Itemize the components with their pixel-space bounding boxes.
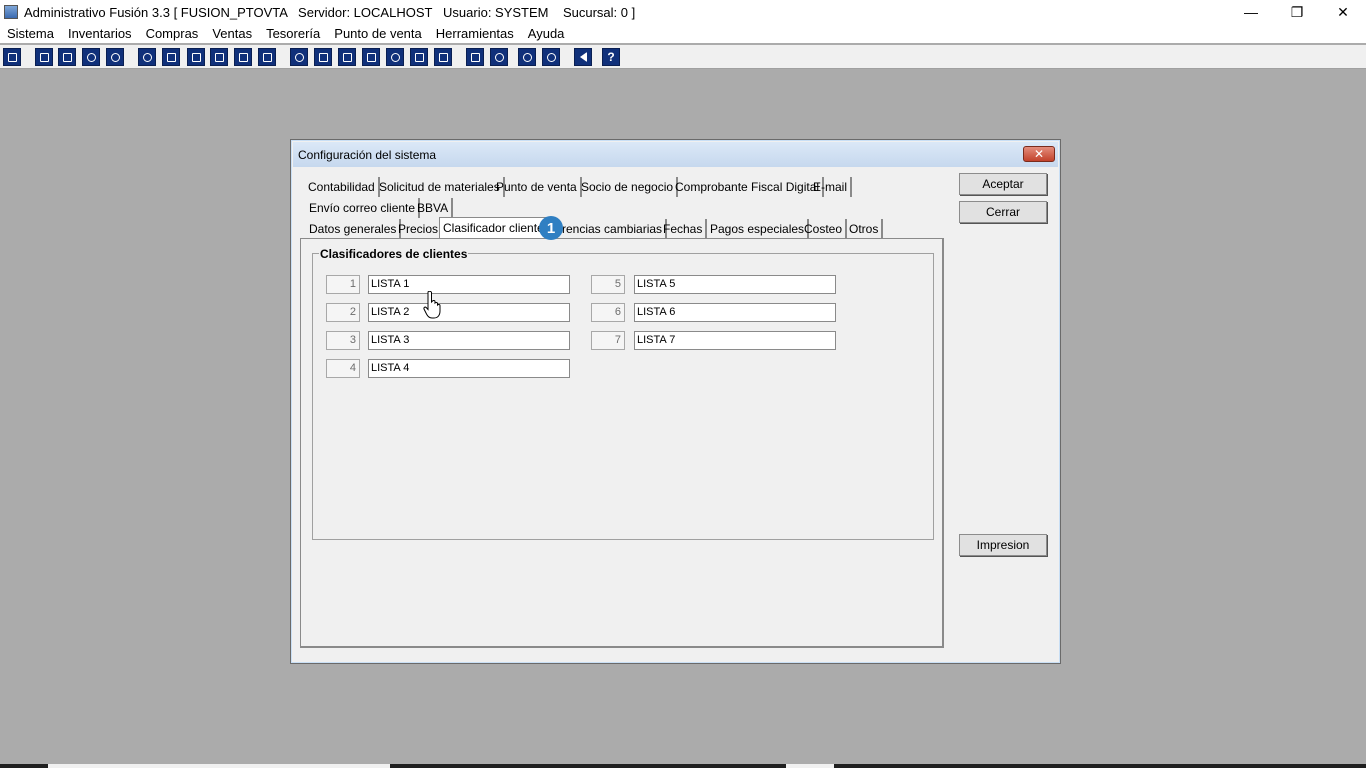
- classifiers-group: Clasificadores de clientes 1 LISTA 1 2 L…: [312, 247, 934, 540]
- menu-bar: Sistema Inventarios Compras Ventas Tesor…: [0, 24, 1366, 43]
- app-icon: [4, 5, 18, 19]
- menu-ventas[interactable]: Ventas: [205, 26, 259, 41]
- strip-segment: [834, 764, 1366, 768]
- print-icon[interactable]: [187, 48, 205, 66]
- tab-panel-clasificador: Clasificadores de clientes 1 LISTA 1 2 L…: [300, 238, 944, 648]
- group-title: Clasificadores de clientes: [319, 247, 469, 261]
- accept-button[interactable]: Aceptar: [959, 173, 1047, 195]
- tab-precios[interactable]: Precios: [395, 219, 444, 239]
- clipboard-icon[interactable]: [58, 48, 76, 66]
- classifier-number: 2: [326, 303, 360, 322]
- dollar-icon[interactable]: [386, 48, 404, 66]
- copy-icon[interactable]: [35, 48, 53, 66]
- dialog-titlebar: Configuración del sistema ✕: [293, 142, 1058, 167]
- classifier-field-2[interactable]: LISTA 2: [368, 303, 570, 322]
- menu-ayuda[interactable]: Ayuda: [521, 26, 572, 41]
- menu-punto-de-venta[interactable]: Punto de venta: [327, 26, 428, 41]
- document-icon[interactable]: [234, 48, 252, 66]
- classifier-number: 6: [591, 303, 625, 322]
- refresh-icon[interactable]: [518, 48, 536, 66]
- menu-herramientas[interactable]: Herramientas: [429, 26, 521, 41]
- minimize-button[interactable]: —: [1228, 0, 1274, 24]
- tab-costeo[interactable]: Costeo: [801, 219, 848, 239]
- home-icon[interactable]: [466, 48, 484, 66]
- classifier-number: 7: [591, 331, 625, 350]
- table-icon[interactable]: [434, 48, 452, 66]
- tab-clasificador-cliente[interactable]: Clasificador cliente: [439, 217, 548, 238]
- tab-datos-generales[interactable]: Datos generales: [306, 219, 402, 239]
- classifier-field-1[interactable]: LISTA 1: [368, 275, 570, 294]
- menu-inventarios[interactable]: Inventarios: [61, 26, 139, 41]
- toolbar: ?: [0, 45, 1366, 69]
- classifier-number: 3: [326, 331, 360, 350]
- close-button[interactable]: ✕: [1320, 0, 1366, 24]
- window-titlebar: Administrativo Fusión 3.3 [ FUSION_PTOVT…: [0, 0, 1366, 24]
- restore-button[interactable]: ❐: [1274, 0, 1320, 24]
- classifier-field-4[interactable]: LISTA 4: [368, 359, 570, 378]
- window-controls: — ❐ ✕: [1228, 0, 1366, 24]
- classifier-field-7[interactable]: LISTA 7: [634, 331, 836, 350]
- user-icon[interactable]: [138, 48, 156, 66]
- tab-contabilidad[interactable]: Contabilidad: [305, 177, 380, 197]
- strip-segment: [0, 764, 48, 768]
- people-icon[interactable]: [290, 48, 308, 66]
- config-dialog: Configuración del sistema ✕ Contabilidad…: [290, 139, 1061, 664]
- tab-otros[interactable]: Otros: [846, 219, 884, 239]
- page-icon[interactable]: [410, 48, 428, 66]
- menu-tesoreria[interactable]: Tesorería: [259, 26, 327, 41]
- cancel-button[interactable]: Cerrar: [959, 201, 1047, 223]
- calculator-icon[interactable]: [3, 48, 21, 66]
- classifier-number: 4: [326, 359, 360, 378]
- tab-socio-de-negocio[interactable]: Socio de negocio: [578, 177, 679, 197]
- tab-punto-de-venta[interactable]: Punto de venta: [493, 177, 582, 197]
- list-icon[interactable]: [258, 48, 276, 66]
- taskbar-strip: [0, 764, 1366, 768]
- dialog-title: Configuración del sistema: [298, 147, 437, 162]
- step-badge: 1: [539, 216, 563, 240]
- tab-comprobante-fiscal-digital[interactable]: Comprobante Fiscal Digital: [672, 177, 825, 197]
- tab-diferencias-cambiarias[interactable]: rencias cambiarias: [559, 219, 668, 239]
- undo-icon[interactable]: [542, 48, 560, 66]
- classifier-field-3[interactable]: LISTA 3: [368, 331, 570, 350]
- tab-envio-correo-cliente[interactable]: Envío correo cliente: [306, 198, 421, 218]
- tab-email[interactable]: E-mail: [810, 177, 853, 197]
- swap-icon[interactable]: [82, 48, 100, 66]
- strip-segment: [390, 764, 786, 768]
- classifier-field-6[interactable]: LISTA 6: [634, 303, 836, 322]
- menu-sistema[interactable]: Sistema: [0, 26, 61, 41]
- print-button[interactable]: Impresion: [959, 534, 1047, 556]
- back-icon[interactable]: [574, 48, 592, 66]
- classifier-field-5[interactable]: LISTA 5: [634, 275, 836, 294]
- folder-icon[interactable]: [162, 48, 180, 66]
- tab-bbva[interactable]: BBVA: [414, 198, 454, 218]
- tab-solicitud-de-materiales[interactable]: Solicitud de materiales: [376, 177, 505, 197]
- tab-pagos-especiales[interactable]: Pagos especiales: [707, 219, 810, 239]
- export-icon[interactable]: [338, 48, 356, 66]
- menu-compras[interactable]: Compras: [139, 26, 206, 41]
- classifier-number: 5: [591, 275, 625, 294]
- search-icon[interactable]: [490, 48, 508, 66]
- add-icon[interactable]: [362, 48, 380, 66]
- classifier-number: 1: [326, 275, 360, 294]
- hand-cursor-icon: [423, 291, 441, 319]
- box-icon[interactable]: [314, 48, 332, 66]
- help-icon[interactable]: ?: [602, 48, 620, 66]
- tab-fechas[interactable]: Fechas: [660, 219, 708, 239]
- dialog-close-button[interactable]: ✕: [1023, 146, 1055, 162]
- printer-icon[interactable]: [210, 48, 228, 66]
- find-icon[interactable]: [106, 48, 124, 66]
- window-title: Administrativo Fusión 3.3 [ FUSION_PTOVT…: [24, 4, 636, 20]
